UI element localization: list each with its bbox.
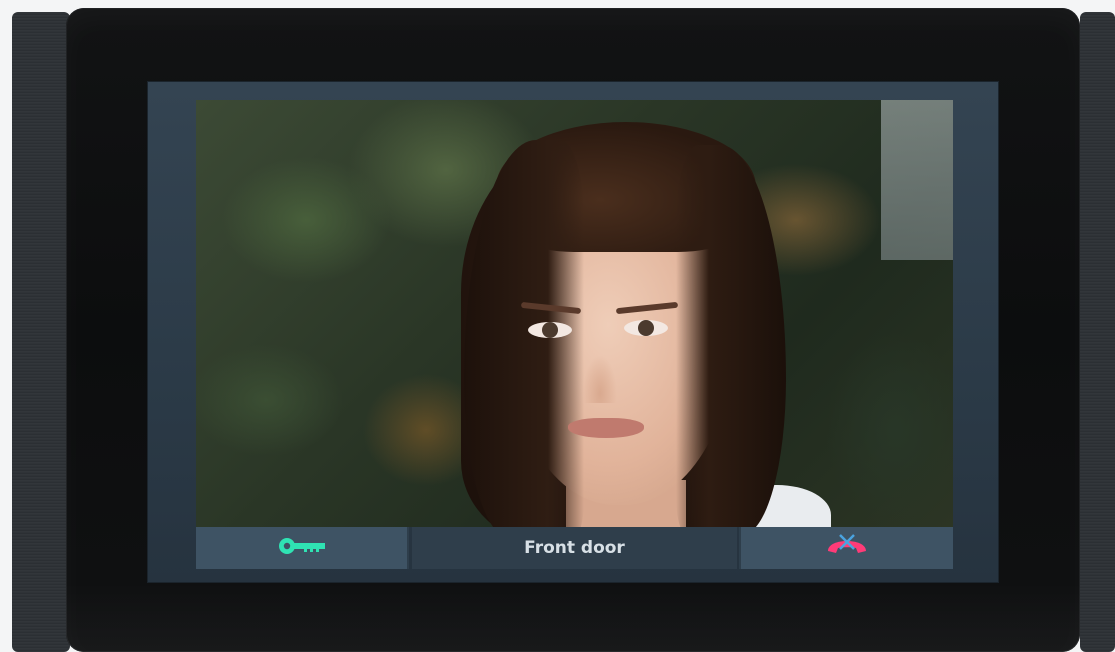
- brushed-metal-rail-left: [12, 12, 70, 652]
- visitor-nose: [583, 355, 617, 403]
- visitor-left-eye: [528, 322, 572, 338]
- hang-up-button[interactable]: [739, 527, 953, 569]
- key-icon: [276, 535, 328, 561]
- unlock-door-button[interactable]: [196, 527, 409, 569]
- background-window: [881, 100, 953, 260]
- visitor-lips: [568, 418, 644, 438]
- caller-name-panel: Front door: [412, 527, 737, 569]
- caller-name: Front door: [524, 538, 625, 558]
- camera-feed: [196, 100, 953, 527]
- visitor-right-eye: [624, 320, 668, 336]
- product-photo: Front door: [0, 0, 1115, 652]
- phone-hangup-icon: [824, 533, 870, 563]
- visitor-hair-right: [676, 145, 786, 527]
- call-control-bar: Front door: [196, 527, 953, 569]
- brushed-metal-rail-right: [1080, 12, 1115, 652]
